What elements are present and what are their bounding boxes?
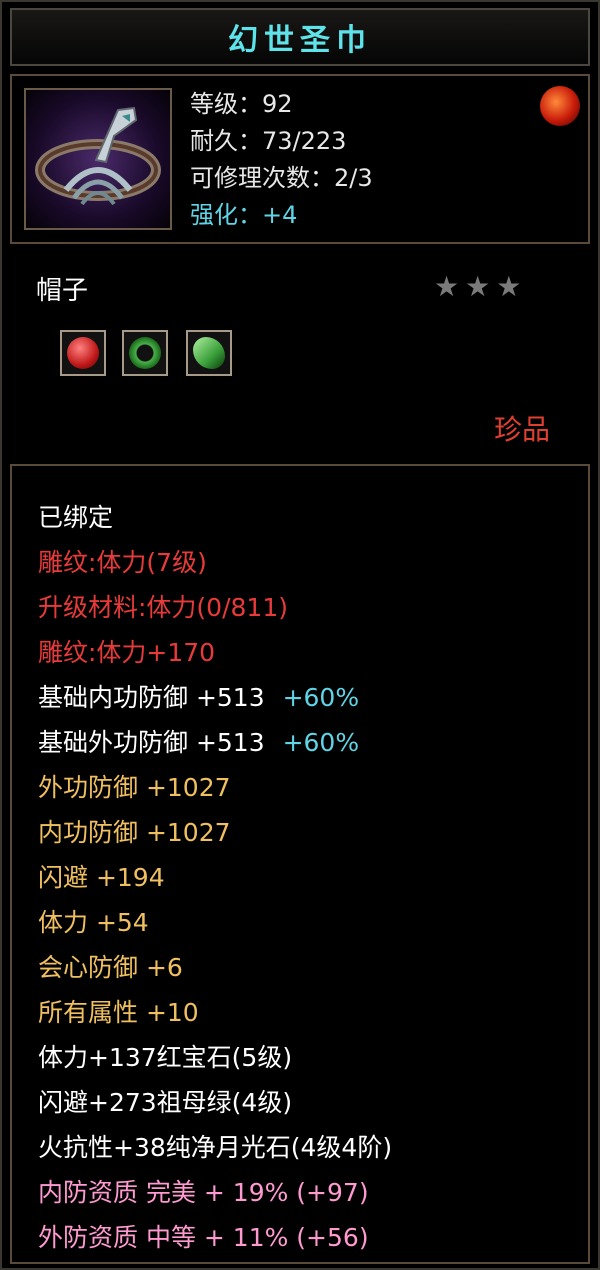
repair-count-text: 可修理次数：2/3	[190, 164, 373, 192]
item-header: 等级：92 耐久：73/223 可修理次数：2/3 强化：+4	[10, 74, 590, 244]
fire-orb-icon	[540, 86, 580, 126]
item-stats: 等级：92 耐久：73/223 可修理次数：2/3 强化：+4	[190, 86, 373, 234]
moonstone-socket-line: 火抗性+38纯净月光石(4级4阶)	[38, 1133, 393, 1162]
upgrade-material-line: 升级材料:体力(0/811)	[38, 593, 288, 622]
enhance-text: 强化：+4	[190, 201, 298, 229]
base-inner-defense-value: 基础内功防御 +513	[38, 683, 265, 712]
base-outer-defense-pct: +60%	[282, 728, 360, 757]
bound-status: 已绑定	[38, 503, 114, 532]
outer-defense-quality-line: 外防资质 中等 + 11% (+56)	[38, 1223, 369, 1252]
item-title: 幻世圣巾	[228, 23, 372, 58]
base-inner-defense-line: 基础内功防御 +513 +60%	[38, 678, 359, 714]
base-outer-defense-value: 基础外功防御 +513	[38, 728, 265, 757]
inner-defense-line: 内功防御 +1027	[38, 818, 231, 847]
inner-defense-quality-line: 内防资质 完美 + 19% (+97)	[38, 1178, 369, 1207]
rarity-label: 珍品	[494, 413, 551, 446]
jade-gem-icon	[186, 330, 232, 376]
emerald-ring-gem-icon	[122, 330, 168, 376]
engrave-line: 雕纹:体力(7级)	[38, 548, 207, 577]
item-type: 帽子	[36, 276, 89, 306]
dodge-line: 闪避 +194	[38, 863, 165, 892]
crit-defense-line: 会心防御 +6	[38, 953, 183, 982]
ruby-gem-icon	[60, 330, 106, 376]
engrave-bonus-line: 雕纹:体力+170	[38, 638, 216, 667]
base-outer-defense-line: 基础外功防御 +513 +60%	[38, 723, 359, 759]
attribute-list: 已绑定 雕纹:体力(7级) 升级材料:体力(0/811) 雕纹:体力+170 基…	[10, 464, 590, 1264]
base-inner-defense-pct: +60%	[282, 683, 360, 712]
all-attributes-line: 所有属性 +10	[38, 998, 199, 1027]
title-bar: 幻世圣巾	[10, 8, 590, 66]
ruby-socket-line: 体力+137红宝石(5级)	[38, 1043, 293, 1072]
durability-text: 耐久：73/223	[190, 127, 347, 155]
item-tooltip: 幻世圣巾 等级：92 耐久：73/223 可修理次数：2/3 强化：+4 帽子 …	[0, 0, 600, 1270]
outer-defense-line: 外功防御 +1027	[38, 773, 231, 802]
star-rating: ★★★	[434, 270, 528, 303]
helmet-item-icon	[24, 88, 172, 230]
emerald-socket-line: 闪避+273祖母绿(4级)	[38, 1088, 293, 1117]
level-text: 等级：92	[190, 90, 293, 118]
stamina-line: 体力 +54	[38, 908, 149, 937]
